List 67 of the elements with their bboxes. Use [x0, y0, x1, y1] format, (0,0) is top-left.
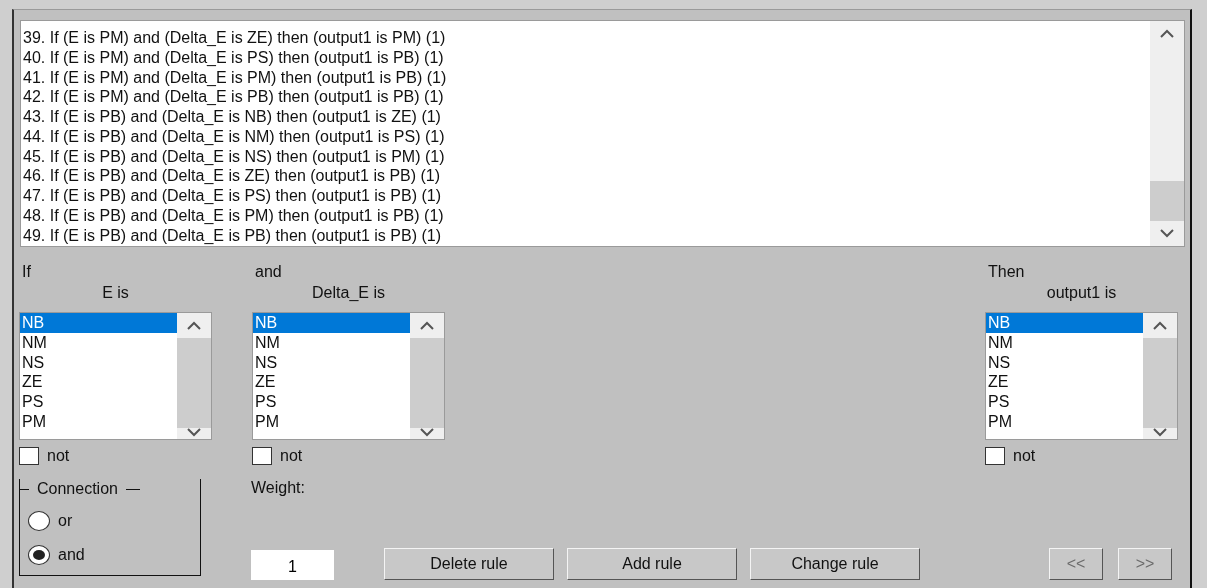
list-option[interactable]: PM [20, 411, 177, 432]
list-option[interactable]: PS [253, 392, 410, 412]
variable-label: Delta_E is [312, 283, 385, 303]
variable-label: output1 is [1046, 283, 1117, 303]
rule-button[interactable]: Change rule [750, 548, 920, 580]
not-label: not [280, 447, 303, 465]
scroll-down-icon[interactable] [420, 428, 434, 437]
list-option[interactable]: ZE [986, 372, 1143, 392]
rule-item[interactable]: 47. If (E is PB) and (Delta_E is PS) then (output1 is PB) (1) [23, 186, 1150, 206]
scroll-down-icon[interactable] [187, 428, 201, 437]
rule-button[interactable]: Add rule [567, 548, 737, 580]
list-option[interactable]: NB [253, 313, 410, 333]
scroll-up-icon[interactable] [1153, 321, 1167, 330]
rule-item[interactable]: 48. If (E is PB) and (Delta_E is PM) then (output1 is PB) (1) [23, 205, 1150, 226]
scroll-up-icon[interactable] [420, 321, 434, 330]
variable-label: E is [102, 283, 129, 303]
list-option[interactable]: NM [253, 332, 410, 353]
not-checkbox[interactable] [19, 447, 39, 465]
clause-heading: and [254, 262, 282, 282]
list-option[interactable]: PS [20, 392, 177, 412]
list-option[interactable]: NB [986, 313, 1143, 333]
scroll-down-icon[interactable] [1160, 229, 1174, 238]
list-option[interactable]: NS [253, 352, 410, 373]
membership-list[interactable]: NB NM NS ZE PS PM [19, 312, 212, 440]
weight-label: Weight: [251, 478, 305, 498]
rule-item[interactable]: 49. If (E is PB) and (Delta_E is PB) then (output1 is PB) (1) [23, 225, 1150, 246]
list-option[interactable]: PM [253, 411, 410, 432]
rule-item[interactable]: 43. If (E is PB) and (Delta_E is NB) then (output1 is ZE) (1) [23, 107, 1150, 127]
rule-list[interactable] [20, 20, 1185, 247]
scrollbar-thumb[interactable] [410, 338, 444, 428]
group-title: Connection [36, 479, 119, 499]
not-checkbox[interactable] [985, 447, 1005, 465]
scrollbar-thumb[interactable] [177, 338, 211, 428]
scroll-down-icon[interactable] [1153, 428, 1167, 437]
radio-label: and [58, 546, 85, 564]
rule-button[interactable]: Delete rule [384, 548, 554, 580]
rule-item[interactable]: 46. If (E is PB) and (Delta_E is ZE) then (output1 is PB) (1) [23, 166, 1150, 186]
list-option[interactable]: ZE [20, 372, 177, 392]
not-checkbox[interactable] [252, 447, 272, 465]
weight-field[interactable]: 1 [251, 550, 334, 580]
radio-button[interactable] [28, 511, 50, 531]
scroll-up-icon[interactable] [187, 321, 201, 330]
list-option[interactable]: PS [986, 392, 1143, 412]
list-option[interactable]: PM [986, 411, 1143, 432]
rule-item[interactable]: 41. If (E is PM) and (Delta_E is PM) then (output1 is PB) (1) [23, 67, 1150, 88]
not-label: not [1013, 447, 1036, 465]
rule-item[interactable]: 42. If (E is PM) and (Delta_E is PB) then (output1 is PB) (1) [23, 87, 1150, 107]
membership-list[interactable]: NB NM NS ZE PS PM [252, 312, 445, 440]
rule-item[interactable]: 40. If (E is PM) and (Delta_E is PS) then (output1 is PB) (1) [23, 47, 1150, 68]
scroll-up-icon[interactable] [1160, 29, 1174, 38]
list-option[interactable]: ZE [253, 372, 410, 392]
list-option[interactable]: NM [986, 332, 1143, 353]
list-option[interactable]: NS [20, 352, 177, 373]
membership-list[interactable]: NB NM NS ZE PS PM [985, 312, 1178, 440]
rule-item[interactable]: 44. If (E is PB) and (Delta_E is NM) then (output1 is PS) (1) [23, 126, 1150, 147]
rule-item[interactable]: 39. If (E is PM) and (Delta_E is ZE) then (output1 is PM) (1) [23, 28, 1150, 48]
list-option[interactable]: NM [20, 332, 177, 353]
scrollbar-thumb[interactable] [1150, 181, 1184, 221]
list-option[interactable]: NB [20, 313, 177, 333]
scrollbar-thumb[interactable] [1143, 338, 1177, 428]
not-label: not [47, 447, 70, 465]
clause-heading: If [21, 262, 31, 282]
list-option[interactable]: NS [986, 352, 1143, 373]
radio-button[interactable] [28, 545, 50, 565]
clause-heading: Then [987, 262, 1025, 282]
rule-item[interactable]: 45. If (E is PB) and (Delta_E is NS) then (output1 is PM) (1) [23, 146, 1150, 167]
radio-label: or [58, 512, 73, 530]
